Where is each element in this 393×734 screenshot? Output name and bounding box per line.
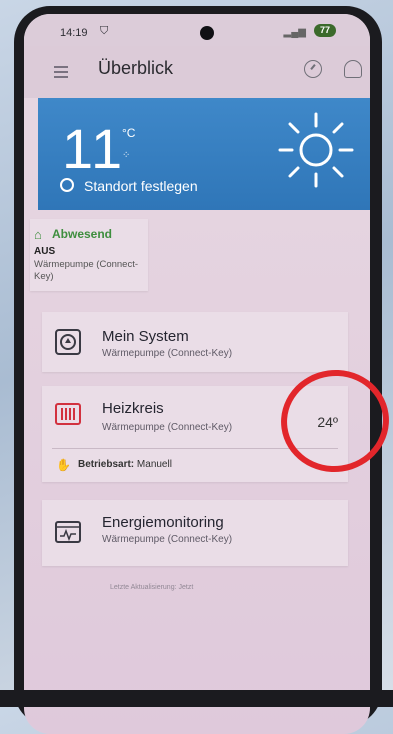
my-system-card[interactable]: Mein System Wärmepumpe (Connect-Key) bbox=[42, 312, 348, 372]
house-leaf-icon: ⌂ bbox=[34, 227, 42, 242]
away-mode-value: AUS bbox=[34, 246, 56, 257]
gauge-icon[interactable] bbox=[304, 60, 322, 78]
energy-subtitle: Wärmepumpe (Connect-Key) bbox=[102, 534, 233, 545]
energy-chart-icon bbox=[55, 521, 81, 543]
location-gear-icon[interactable] bbox=[60, 178, 74, 192]
menu-icon[interactable] bbox=[54, 66, 68, 81]
operating-mode-value: Manuell bbox=[136, 459, 172, 470]
rain-icon: ⁘ bbox=[122, 150, 131, 161]
energy-monitoring-card[interactable]: Energiemonitoring Wärmepumpe (Connect-Ke… bbox=[42, 500, 348, 566]
weather-panel: 11 °C ⁘ Standort festlegen bbox=[38, 98, 370, 210]
system-title: Mein System bbox=[102, 328, 189, 345]
navigation-bar bbox=[0, 690, 393, 707]
radiator-icon bbox=[55, 403, 81, 425]
outdoor-temperature: 11 bbox=[62, 117, 125, 180]
away-status: Abwesend bbox=[52, 227, 113, 241]
energy-title: Energiemonitoring bbox=[102, 514, 224, 531]
bell-icon[interactable] bbox=[344, 60, 362, 78]
operating-mode-label: Betriebsart: bbox=[78, 459, 135, 470]
system-subtitle: Wärmepumpe (Connect-Key) bbox=[102, 348, 233, 359]
operating-mode: Betriebsart: Manuell bbox=[78, 459, 172, 470]
last-update-text: Letzte Aktualisierung: Jetzt bbox=[110, 584, 194, 591]
heating-subtitle: Wärmepumpe (Connect-Key) bbox=[102, 422, 233, 433]
heating-title: Heizkreis bbox=[102, 400, 164, 417]
app-bar: Überblick bbox=[24, 46, 370, 98]
temperature-unit: °C bbox=[122, 126, 136, 140]
away-device: Wärmepumpe (Connect-Key) bbox=[34, 259, 139, 282]
sun-icon bbox=[278, 112, 354, 188]
page-title: Überblick bbox=[98, 58, 174, 78]
hand-icon: ✋ bbox=[56, 458, 71, 472]
system-icon bbox=[55, 329, 81, 355]
set-location-link[interactable]: Standort festlegen bbox=[84, 178, 198, 194]
away-mode-card[interactable]: ⌂ Abwesend AUS Wärmepumpe (Connect-Key) bbox=[30, 219, 148, 291]
